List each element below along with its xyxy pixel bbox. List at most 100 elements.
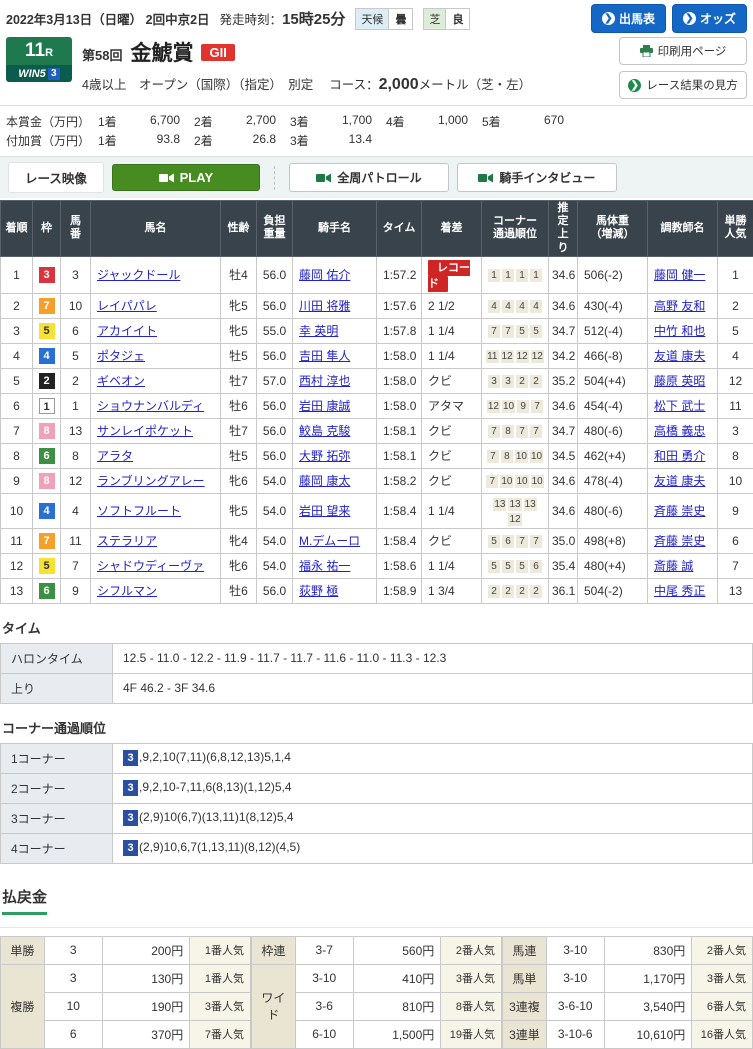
prize-rank: 2着	[194, 113, 224, 130]
win-popularity: 12	[718, 368, 753, 393]
horse-name-link[interactable]: ジャックドール	[97, 268, 180, 282]
jockey-link[interactable]: 幸 英明	[299, 324, 338, 338]
time-cell: 1:58.4	[377, 493, 422, 528]
horse-name-link[interactable]: ソフトフルート	[97, 504, 181, 518]
start-time-label: 発走時刻：	[220, 9, 283, 28]
result-row: 522ギベオン牡757.0西村 淳也1:58.0クビ332235.2504(+4…	[1, 368, 753, 393]
frame-cell: 6	[33, 578, 61, 603]
time-cell: 1:57.6	[377, 293, 422, 318]
frame-number-badge: 6	[39, 448, 55, 464]
patrol-video-button[interactable]: 全周パトロール	[289, 163, 449, 192]
odds-button[interactable]: ❯オッズ	[672, 4, 747, 33]
jockey-link[interactable]: 大野 拓弥	[299, 449, 350, 463]
horse-name-link[interactable]: シャドウディーヴァ	[97, 559, 204, 573]
body-weight: 480(-6)	[578, 493, 648, 528]
trainer-link[interactable]: 松下 武士	[654, 399, 705, 413]
bet-combination: 3	[44, 936, 102, 964]
result-guide-button[interactable]: ❯ レース結果の見方	[619, 71, 747, 99]
frame-number-badge: 2	[39, 373, 55, 389]
corner-positions-cell: 2222	[482, 578, 549, 603]
play-button[interactable]: PLAY	[112, 164, 260, 191]
jockey-link[interactable]: 荻野 極	[299, 584, 338, 598]
win-popularity: 5	[718, 318, 753, 343]
jockey-link[interactable]: 川田 将雅	[299, 299, 350, 313]
win5-number: 3	[48, 68, 60, 80]
corner-section-title: コーナー通過順位	[2, 718, 753, 737]
corner-order-text: (2,9)10,6,7(1,13,11)(8,12)(4,5)	[139, 840, 300, 854]
main-prize-item: 5着670	[482, 113, 578, 130]
horse-name-link[interactable]: ランブリングアレー	[97, 474, 205, 488]
sex-age: 牡5	[221, 343, 257, 368]
frame-cell: 1	[33, 393, 61, 418]
win-popularity: 11	[718, 393, 753, 418]
win-popularity: 10	[718, 468, 753, 493]
bet-combination: 3-10	[295, 964, 353, 992]
jockey-link[interactable]: 吉田 隼人	[299, 349, 350, 363]
jockey-link[interactable]: 岩田 康誠	[299, 399, 350, 413]
entry-table-button[interactable]: ❯出馬表	[591, 4, 666, 33]
horse-name-link[interactable]: サンレイポケット	[97, 424, 193, 438]
trainer-link[interactable]: 斎藤 誠	[654, 559, 693, 573]
patrol-video-label: 全周パトロール	[337, 169, 421, 186]
corner-position-chip: 1	[502, 269, 514, 282]
frame-number-badge: 4	[39, 348, 55, 364]
corner-position-chip: 8	[502, 425, 514, 438]
estimated-last-3f: 34.6	[549, 493, 578, 528]
horse-name-link[interactable]: ショウナンバルディ	[97, 399, 204, 413]
trainer-link[interactable]: 斉藤 崇史	[654, 504, 705, 518]
win5-text: WIN5	[18, 68, 46, 80]
result-row: 868アラタ牡556.0大野 拓弥1:58.1クビ78101034.5462(+…	[1, 443, 753, 468]
result-row: 611ショウナンバルディ牡656.0岩田 康誠1:58.0アタマ12109734…	[1, 393, 753, 418]
jockey-cell: 西村 淳也	[293, 368, 377, 393]
horse-name-link[interactable]: シフルマン	[97, 584, 157, 598]
prize-rank: 5着	[482, 113, 512, 130]
corner-positions-cell: 7877	[482, 418, 549, 443]
bet-type: 3連複	[503, 992, 547, 1020]
jockey-link[interactable]: M.デムーロ	[299, 534, 360, 548]
horse-name-link[interactable]: ポタジェ	[97, 349, 145, 363]
trainer-link[interactable]: 友道 康夫	[654, 349, 705, 363]
horse-name-link[interactable]: レイパパレ	[97, 299, 157, 313]
horse-name-link[interactable]: ステラリア	[97, 534, 157, 548]
body-weight: 480(-6)	[578, 418, 648, 443]
trainer-cell: 中竹 和也	[648, 318, 718, 343]
corner-position-chip: 7	[488, 425, 500, 438]
jockey-link[interactable]: 鮫島 克駿	[299, 424, 350, 438]
payout-amount: 200円	[102, 936, 190, 964]
jockey-link[interactable]: 福永 祐一	[299, 559, 350, 573]
jockey-interview-button[interactable]: 騎手インタビュー	[457, 163, 617, 192]
estimated-last-3f: 34.6	[549, 468, 578, 493]
video-camera-icon	[478, 173, 493, 183]
bet-combination: 3-6	[295, 992, 353, 1020]
jockey-link[interactable]: 岩田 望来	[299, 504, 350, 518]
horse-name-link[interactable]: ギベオン	[97, 374, 145, 388]
column-header: コーナー 通過順位	[482, 201, 549, 257]
trainer-link[interactable]: 斉藤 崇史	[654, 534, 705, 548]
trainer-link[interactable]: 中尾 秀正	[654, 584, 705, 598]
frame-cell: 6	[33, 443, 61, 468]
trainer-link[interactable]: 和田 勇介	[654, 449, 705, 463]
trainer-link[interactable]: 藤岡 健一	[654, 268, 705, 282]
corner-row-label: 2コーナー	[1, 773, 113, 803]
horse-name-link[interactable]: アラタ	[97, 449, 133, 463]
time-table: ハロンタイム12.5 - 11.0 - 12.2 - 11.9 - 11.7 -…	[0, 643, 753, 704]
print-page-button[interactable]: 印刷用ページ	[619, 37, 747, 65]
trainer-link[interactable]: 高橋 義忠	[654, 424, 705, 438]
sex-age: 牝5	[221, 493, 257, 528]
jockey-link[interactable]: 西村 淳也	[299, 374, 350, 388]
estimated-last-3f: 34.6	[549, 393, 578, 418]
trainer-cell: 斉藤 崇史	[648, 528, 718, 553]
payout-title: 払戻金	[2, 886, 47, 915]
main-prize-values: 1着6,7002着2,7003着1,7004着1,0005着670	[98, 113, 578, 130]
horse-name-link[interactable]: アカイイト	[97, 324, 157, 338]
result-row: 11711ステラリア牝454.0M.デムーロ1:58.4クビ567735.049…	[1, 528, 753, 553]
corner-positions-cell: 11121212	[482, 343, 549, 368]
trainer-link[interactable]: 中竹 和也	[654, 324, 705, 338]
trainer-link[interactable]: 友道 康夫	[654, 474, 705, 488]
trainer-link[interactable]: 藤原 英昭	[654, 374, 705, 388]
jockey-link[interactable]: 藤岡 康太	[299, 474, 350, 488]
jockey-link[interactable]: 藤岡 佑介	[299, 268, 350, 282]
carried-weight: 56.0	[257, 443, 293, 468]
trainer-link[interactable]: 高野 友和	[654, 299, 705, 313]
corner-position-chip: 7	[530, 425, 542, 438]
